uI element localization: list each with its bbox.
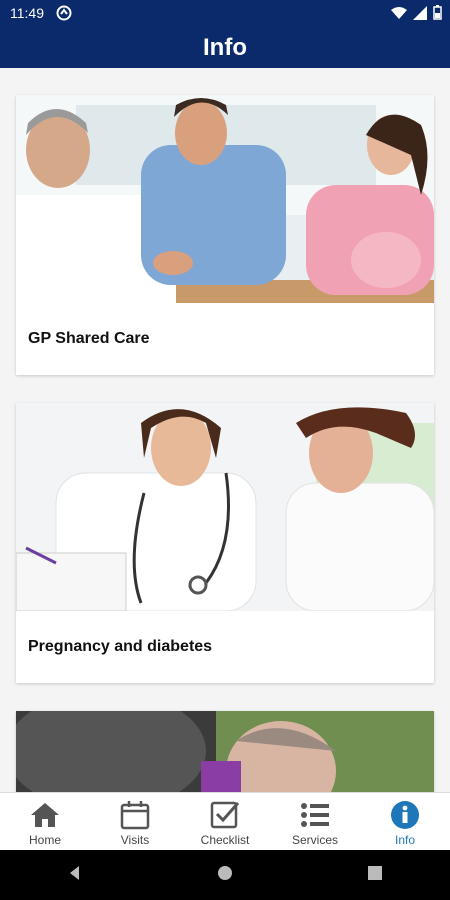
nav-info[interactable]: Info [360, 793, 450, 851]
battery-icon [433, 5, 442, 23]
status-time: 11:49 [10, 5, 44, 21]
nav-label: Checklist [200, 833, 250, 847]
nav-home[interactable]: Home [0, 793, 90, 851]
card-gp-shared-care[interactable]: GP Shared Care [16, 95, 434, 375]
info-list[interactable]: GP Shared Care Pregnancy and diabetes [0, 68, 450, 792]
bottom-navigation: Home Visits Checklist Services Info [0, 792, 450, 851]
page-title: Info [203, 34, 247, 61]
nav-services[interactable]: Services [270, 793, 360, 851]
card-breastfeeding[interactable] [16, 711, 434, 792]
recents-icon[interactable] [367, 865, 383, 886]
nav-label: Home [28, 833, 61, 847]
list-icon [301, 803, 329, 827]
checklist-icon [210, 801, 240, 829]
info-icon [391, 801, 419, 829]
calendar-icon [120, 801, 150, 830]
card-pregnancy-diabetes[interactable]: Pregnancy and diabetes [16, 403, 434, 683]
card-title: GP Shared Care [28, 330, 150, 347]
home-button-icon[interactable] [217, 865, 233, 886]
signal-icon [413, 5, 427, 23]
card-image [16, 403, 434, 611]
nav-checklist[interactable]: Checklist [180, 793, 270, 851]
card-title: Pregnancy and diabetes [28, 638, 213, 655]
nav-label: Services [291, 833, 338, 847]
nav-label: Info [394, 833, 415, 847]
card-image [16, 711, 434, 792]
nav-visits[interactable]: Visits [90, 793, 180, 851]
app-header: Info [0, 28, 450, 68]
app-notification-icon [56, 5, 72, 21]
wifi-icon [391, 6, 407, 23]
card-image [16, 95, 434, 303]
nav-label: Visits [120, 833, 150, 847]
home-icon [31, 803, 59, 827]
status-bar: 11:49 [0, 0, 450, 28]
system-navigation-bar [0, 850, 450, 900]
back-icon[interactable] [67, 865, 83, 886]
status-icons [391, 5, 442, 23]
